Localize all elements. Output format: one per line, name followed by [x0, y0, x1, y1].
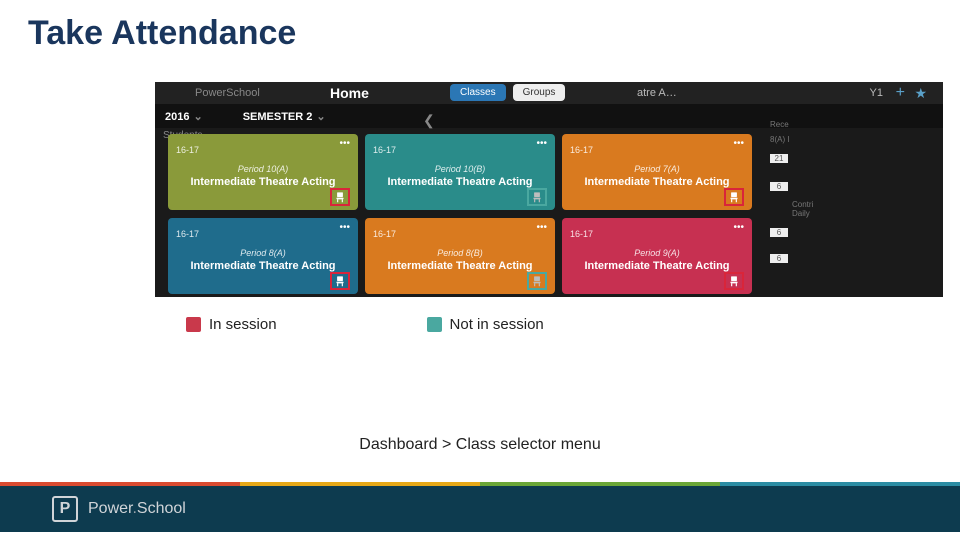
side-snippets: Rece 8(A) I	[770, 120, 810, 150]
more-icon[interactable]: •••	[339, 222, 350, 233]
app-topbar: PowerSchool Home Classes Groups atre A… …	[155, 82, 943, 104]
more-icon[interactable]: •••	[733, 138, 744, 149]
class-card[interactable]: 16-17 ••• Period 9(A) Intermediate Theatre …	[562, 218, 752, 294]
breadcrumb: Dashboard > Class selector menu	[0, 436, 960, 454]
back-chevron-icon: ❮	[423, 112, 435, 129]
legend-not-in-session: Not in session	[427, 316, 544, 333]
page-heading-home: Home	[330, 85, 369, 101]
attendance-chair-icon[interactable]	[724, 188, 744, 206]
side-date-tile: 6	[770, 182, 788, 191]
card-class-name: Intermediate Theatre Acting	[570, 176, 744, 188]
attendance-chair-icon[interactable]	[527, 188, 547, 206]
term-y1[interactable]: Y1	[870, 87, 883, 99]
powerschool-logo: P Power.School	[52, 496, 186, 522]
truncated-class-name: atre A…	[637, 87, 677, 99]
side-text: 8(A) I	[770, 135, 810, 144]
more-icon[interactable]: •••	[339, 138, 350, 149]
tab-classes[interactable]: Classes	[450, 84, 506, 101]
chevron-down-icon: ⌄	[316, 111, 325, 123]
legend: In session Not in session	[186, 316, 544, 333]
year-select[interactable]: 2016⌄	[165, 110, 203, 123]
brand-logo: PowerSchool	[195, 87, 260, 99]
chevron-down-icon: ⌄	[193, 111, 202, 123]
class-card[interactable]: 16-17 ••• Period 8(A) Intermediate Theatre …	[168, 218, 358, 294]
legend-swatch-teal	[427, 317, 442, 332]
legend-swatch-red	[186, 317, 201, 332]
card-period: Period 8(B)	[373, 248, 547, 258]
class-card[interactable]: 16-17 ••• Period 10(A) Intermediate Theatre…	[168, 134, 358, 210]
card-period: Period 8(A)	[176, 248, 350, 258]
dashboard-screenshot: PowerSchool Home Classes Groups atre A… …	[155, 82, 943, 297]
attendance-chair-icon[interactable]	[330, 188, 350, 206]
card-period: Period 10(B)	[373, 164, 547, 174]
card-period: Period 9(A)	[570, 248, 744, 258]
card-class-name: Intermediate Theatre Acting	[570, 260, 744, 272]
attendance-chair-icon[interactable]	[527, 272, 547, 290]
filter-bar: 2016⌄ SEMESTER 2⌄	[155, 104, 943, 128]
star-icon[interactable]: ★	[914, 85, 927, 102]
page-title: Take Attendance	[28, 14, 296, 53]
side-text: Contri Daily	[792, 200, 810, 218]
footer: P Power.School	[0, 486, 960, 532]
card-year-tag: 16-17	[570, 229, 593, 239]
side-date-tile: 21	[770, 154, 788, 163]
attendance-chair-icon[interactable]	[724, 272, 744, 290]
legend-in-session: In session	[186, 316, 277, 333]
class-card-grid: 16-17 ••• Period 10(A) Intermediate Theatre…	[168, 134, 752, 294]
card-year-tag: 16-17	[176, 145, 199, 155]
class-card[interactable]: 16-17 ••• Period 8(B) Intermediate Theatre …	[365, 218, 555, 294]
more-icon[interactable]: •••	[536, 138, 547, 149]
card-class-name: Intermediate Theatre Acting	[176, 260, 350, 272]
card-class-name: Intermediate Theatre Acting	[373, 176, 547, 188]
side-date-tile: 6	[770, 228, 788, 237]
class-card[interactable]: 16-17 ••• Period 7(A) Intermediate Theatre …	[562, 134, 752, 210]
more-icon[interactable]: •••	[733, 222, 744, 233]
card-year-tag: 16-17	[373, 229, 396, 239]
more-icon[interactable]: •••	[536, 222, 547, 233]
class-card[interactable]: 16-17 ••• Period 10(B) Intermediate Theatre…	[365, 134, 555, 210]
add-icon[interactable]: +	[896, 84, 905, 102]
card-class-name: Intermediate Theatre Acting	[373, 260, 547, 272]
side-date-tile: 6	[770, 254, 788, 263]
card-year-tag: 16-17	[176, 229, 199, 239]
powerschool-mark-icon: P	[52, 496, 78, 522]
semester-select[interactable]: SEMESTER 2⌄	[243, 110, 326, 123]
card-year-tag: 16-17	[373, 145, 396, 155]
card-year-tag: 16-17	[570, 145, 593, 155]
tab-groups[interactable]: Groups	[513, 84, 566, 101]
card-period: Period 10(A)	[176, 164, 350, 174]
card-class-name: Intermediate Theatre Acting	[176, 176, 350, 188]
card-period: Period 7(A)	[570, 164, 744, 174]
attendance-chair-icon[interactable]	[330, 272, 350, 290]
side-text: Rece	[770, 120, 810, 129]
